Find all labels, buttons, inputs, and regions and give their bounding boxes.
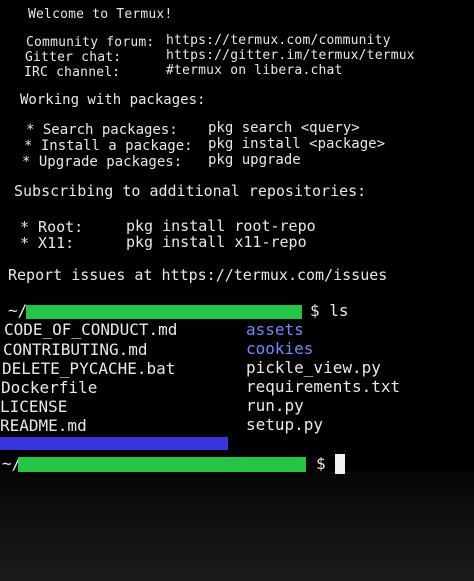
list-item-file: CONTRIBUTING.md	[3, 340, 148, 359]
redacted-path	[26, 305, 302, 319]
list-item-directory: assets	[246, 320, 304, 339]
list-item-file: CODE_OF_CONDUCT.md	[4, 320, 178, 339]
gitter-url: https://gitter.im/termux/termux	[166, 48, 415, 63]
irc-label: IRC channel:	[24, 65, 121, 80]
root-command: pkg install root-repo	[126, 217, 316, 235]
list-item-file: pickle_view.py	[246, 358, 381, 377]
list-item-file: LICENSE	[0, 397, 68, 416]
gitter-label: Gitter chat:	[25, 50, 122, 65]
irc-value: #termux on libera.chat	[166, 63, 343, 78]
list-item-file: setup.py	[246, 415, 324, 434]
community-url: https://termux.com/community	[166, 33, 391, 48]
search-label: * Search packages:	[26, 122, 178, 138]
list-item-file: Dockerfile	[1, 378, 98, 397]
repos-heading: Subscribing to additional repositories:	[14, 182, 367, 200]
prompt-path-prefix: ~/	[8, 301, 28, 320]
prompt-command: $ ls	[310, 301, 349, 320]
search-command: pkg search <query>	[208, 120, 360, 136]
prompt-symbol: $	[316, 454, 326, 473]
list-item-directory: cookies	[246, 339, 314, 358]
x11-command: pkg install x11-repo	[126, 233, 307, 251]
list-item-file: README.md	[0, 416, 87, 435]
community-label: Community forum:	[26, 35, 155, 50]
redacted-line	[0, 437, 228, 450]
list-item-file: requirements.txt	[246, 377, 401, 396]
redacted-path	[18, 457, 306, 472]
install-command: pkg install <package>	[208, 136, 386, 152]
terminal-cursor[interactable]	[335, 454, 345, 474]
welcome-text: Welcome to Termux!	[28, 7, 173, 22]
install-label: * Install a package:	[24, 138, 193, 154]
list-item-file: run.py	[246, 396, 304, 415]
termux-terminal[interactable]: Welcome to Termux! Community forum: http…	[0, 0, 474, 581]
root-label: * Root:	[20, 218, 84, 236]
screen-bottom-area	[0, 470, 474, 581]
report-issues-text: Report issues at https://termux.com/issu…	[8, 266, 388, 284]
upgrade-label: * Upgrade packages:	[22, 154, 183, 170]
packages-heading: Working with packages:	[20, 92, 206, 108]
x11-label: * X11:	[20, 234, 75, 252]
list-item-file: DELETE_PYCACHE.bat	[2, 359, 176, 378]
upgrade-command: pkg upgrade	[208, 152, 301, 168]
